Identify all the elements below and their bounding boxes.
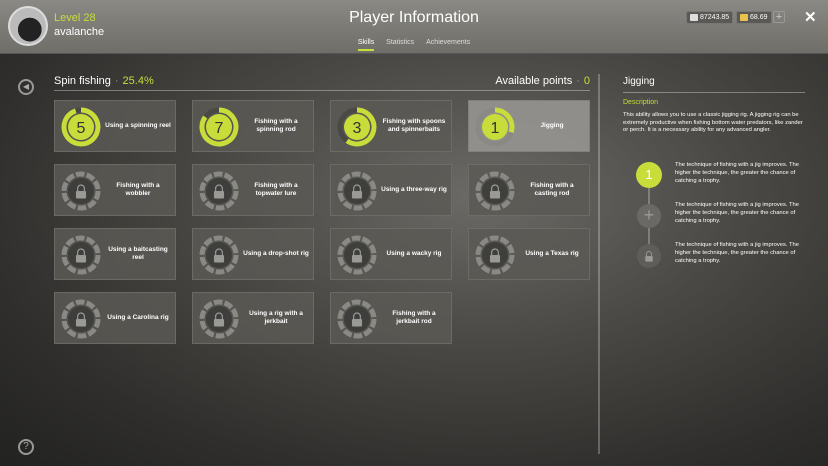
skill-label: Fishing with a casting rod <box>530 181 574 197</box>
skill-level: 3 <box>353 120 362 137</box>
skill-tile[interactable]: Using a rig with a jerkbait <box>192 292 314 344</box>
technique-connector <box>648 228 650 244</box>
skill-label: Using a rig with a jerkbait <box>249 309 303 325</box>
skill-badge <box>61 235 101 275</box>
header-bar: Level 28 avalanche Player Information Sk… <box>0 0 828 54</box>
detail-title: Jigging <box>623 76 655 87</box>
skill-label: Jigging <box>540 121 564 129</box>
technique-connector <box>648 188 650 204</box>
separator-dot: · <box>114 75 119 87</box>
skill-label: Using a spinning reel <box>105 121 171 129</box>
skill-tile[interactable]: 7 Fishing with a spinning rod <box>192 100 314 152</box>
skill-tile[interactable]: Fishing with a wobbler <box>54 164 176 216</box>
gold-balance: 68.69 <box>736 11 772 24</box>
skill-level: 7 <box>215 120 224 137</box>
skill-label: Using a drop-shot rig <box>243 249 309 257</box>
available-points-value: 0 <box>583 75 590 87</box>
skill-label: Fishing with a spinning rod <box>254 117 298 133</box>
skill-tile[interactable]: Using a baitcasting reel <box>54 228 176 280</box>
description-text: This ability allows you to use a classic… <box>623 112 803 134</box>
detail-divider <box>623 92 805 93</box>
lock-icon <box>645 251 653 262</box>
skill-badge <box>337 299 377 339</box>
silver-balance: 87243.85 <box>686 11 734 24</box>
silver-amount: 87243.85 <box>700 14 730 21</box>
skill-label: Fishing with a wobbler <box>116 181 160 197</box>
tab-bar: Skills Statistics Achievements <box>0 39 828 51</box>
skill-badge: 3 <box>337 107 377 147</box>
skill-label: Fishing with spoons and spinnerbaits <box>382 117 446 133</box>
skill-tile[interactable]: Using a drop-shot rig <box>192 228 314 280</box>
skill-badge: 5 <box>61 107 101 147</box>
technique-level-node: 1 <box>636 162 662 188</box>
skill-label: Fishing with a jerkbait rod <box>392 309 436 325</box>
player-username: avalanche <box>54 26 105 38</box>
technique-text: The technique of fishing with a jig impr… <box>675 242 799 264</box>
skill-badge <box>199 299 239 339</box>
help-icon[interactable]: ? <box>18 439 34 455</box>
skill-badge <box>337 171 377 211</box>
skill-tile[interactable]: Fishing with a jerkbait rod <box>330 292 452 344</box>
skill-badge: 1 <box>475 107 515 147</box>
description-heading: Description <box>623 99 659 106</box>
skill-label: Using a three-way rig <box>381 185 447 193</box>
skill-tile[interactable]: Using a Texas rig <box>468 228 590 280</box>
add-currency-button[interactable]: + <box>773 11 785 23</box>
category-percent: 25.4% <box>122 75 154 87</box>
skill-badge <box>475 235 515 275</box>
skill-tile[interactable]: Using a three-way rig <box>330 164 452 216</box>
skill-label: Using a Texas rig <box>525 249 579 257</box>
skill-label: Fishing with a topwater lure <box>254 181 298 197</box>
silver-coin-icon <box>690 14 698 21</box>
skill-tile[interactable]: Using a Carolina rig <box>54 292 176 344</box>
skill-category: Spin fishing <box>54 75 111 87</box>
skill-label: Using a Carolina rig <box>107 313 169 321</box>
back-arrow-icon[interactable]: ◀ <box>18 79 34 95</box>
skill-tile[interactable]: Fishing with a casting rod <box>468 164 590 216</box>
skill-badge: 7 <box>199 107 239 147</box>
close-button[interactable]: ✕ <box>804 8 817 26</box>
skill-badge <box>61 171 101 211</box>
skill-label: Using a baitcasting reel <box>108 245 168 261</box>
tab-statistics[interactable]: Statistics <box>386 39 414 49</box>
skill-tile[interactable]: Fishing with a topwater lure <box>192 164 314 216</box>
skill-tile[interactable]: 1 Jigging <box>468 100 590 152</box>
skill-level: 5 <box>77 120 86 137</box>
skill-tile[interactable]: Using a wacky rig <box>330 228 452 280</box>
skills-header: Spin fishing · 25.4% Available points · 0 <box>54 75 590 91</box>
skill-tile[interactable]: 3 Fishing with spoons and spinnerbaits <box>330 100 452 152</box>
available-points-label: Available points <box>495 75 573 87</box>
gold-amount: 68.69 <box>750 14 768 21</box>
technique-text: The technique of fishing with a jig impr… <box>675 162 799 184</box>
skill-badge <box>199 171 239 211</box>
locked-technique-node <box>637 244 661 268</box>
skill-level: 1 <box>491 120 500 137</box>
tab-skills[interactable]: Skills <box>357 39 375 51</box>
skill-tile[interactable]: 5 Using a spinning reel <box>54 100 176 152</box>
tab-achievements[interactable]: Achievements <box>426 39 470 49</box>
gold-coin-icon <box>740 14 748 21</box>
skill-badge <box>61 299 101 339</box>
panel-divider <box>598 74 600 454</box>
skill-label: Using a wacky rig <box>386 249 442 257</box>
skill-badge <box>199 235 239 275</box>
skill-badge <box>475 171 515 211</box>
upgrade-technique-button[interactable]: + <box>637 204 661 228</box>
skill-badge <box>337 235 377 275</box>
technique-text: The technique of fishing with a jig impr… <box>675 202 799 224</box>
separator-dot: · <box>576 75 580 87</box>
